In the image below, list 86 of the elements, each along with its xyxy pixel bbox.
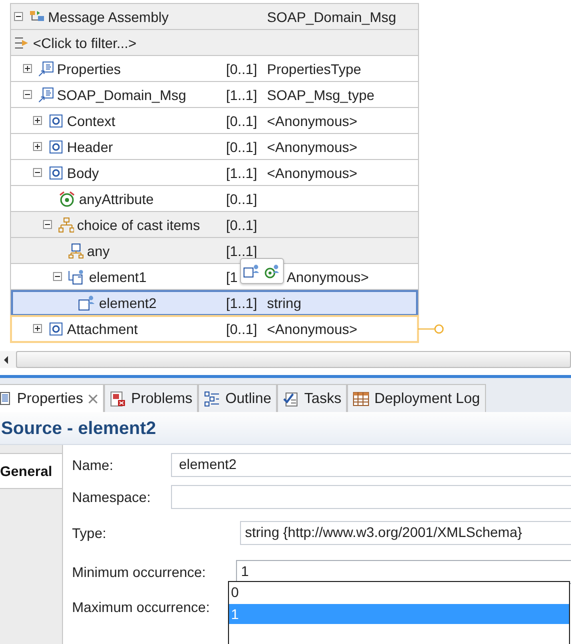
scroll-left-icon[interactable] [2, 354, 10, 364]
node-name: element2 [99, 294, 157, 310]
element-reference-icon [38, 60, 54, 76]
filter-icon [14, 34, 30, 50]
cardinality: [0..1] [226, 320, 258, 336]
input-field[interactable] [171, 485, 571, 509]
tasks-icon [283, 390, 300, 406]
add-attribute-icon[interactable] [262, 262, 281, 278]
node-name: choice of cast items [77, 216, 200, 232]
element-reference-icon [38, 86, 54, 102]
expand-icon[interactable] [33, 116, 42, 125]
properties-icon [0, 392, 12, 406]
local-element-icon [68, 268, 86, 284]
view-tab[interactable]: Tasks [277, 384, 348, 412]
node-type: <Anonymous> [267, 138, 358, 154]
node-type: <Anonymous> [267, 164, 358, 180]
element-icon [48, 112, 64, 128]
node-type: PropertiesType [267, 60, 362, 76]
collapse-icon[interactable] [43, 220, 52, 229]
node-type: Anonymous> [286, 268, 369, 284]
cardinality: [0..1] [226, 138, 258, 154]
cardinality: [1..1] [226, 86, 258, 102]
field-label: Minimum occurrence: [72, 564, 207, 580]
view-tab[interactable]: Problems [104, 384, 198, 412]
any-element-icon [68, 242, 84, 258]
section-title: Source - element2 [1, 418, 156, 438]
node-name: anyAttribute [79, 190, 154, 206]
cardinality: [1..1] [226, 164, 258, 180]
field-label: Name: [72, 457, 114, 473]
element-icon [48, 138, 64, 154]
outline-icon [204, 390, 220, 406]
expand-icon[interactable] [23, 64, 32, 73]
cardinality: [1..1] [226, 294, 258, 310]
filter-row[interactable]: <Click to filter...> [11, 30, 418, 56]
tree-row[interactable]: any [1..1] [11, 238, 418, 264]
field-label: Namespace: [72, 489, 152, 505]
field-label: Maximum occurrence: [72, 599, 211, 615]
collapse-icon[interactable] [33, 168, 42, 177]
node-name: Attachment [67, 320, 138, 336]
node-name: Context [67, 112, 116, 128]
dropdown-option[interactable]: 0 [229, 582, 569, 602]
input-field[interactable]: element2 [171, 453, 571, 477]
table-icon [353, 392, 370, 406]
scrollbar-thumb[interactable] [16, 351, 571, 368]
assembly-type: SOAP_Domain_Msg [267, 8, 396, 24]
cardinality: [0..1] [226, 216, 258, 232]
input-field[interactable]: string {http://www.w3.org/2001/XMLSchema} [240, 521, 571, 545]
collapse-icon[interactable] [53, 272, 62, 281]
node-type: <Anonymous> [267, 320, 358, 336]
tree-row[interactable]: element2 [1..1] string [11, 290, 418, 316]
node-type: <Anonymous> [267, 112, 358, 128]
cardinality: [0..1] [226, 112, 258, 128]
element-icon [48, 320, 64, 336]
expand-icon[interactable] [33, 324, 42, 333]
tree-row[interactable]: choice of cast items [0..1] [11, 212, 418, 238]
field-label: Type: [72, 525, 108, 541]
section-tab[interactable]: General [0, 453, 62, 489]
view-tab[interactable]: Outline [198, 384, 278, 412]
node-type: SOAP_Msg_type [267, 86, 374, 102]
attribute-wildcard-icon [58, 190, 76, 206]
assembly-name: Message Assembly [48, 8, 169, 24]
expand-icon[interactable] [33, 142, 42, 151]
collapse-icon[interactable] [23, 90, 32, 99]
node-name: any [87, 242, 110, 258]
collapse-icon[interactable] [14, 12, 23, 21]
node-type: string [267, 294, 302, 310]
view-tab[interactable]: Properties [0, 384, 104, 412]
connector-handle[interactable] [418, 323, 444, 335]
node-name: Body [67, 164, 99, 180]
view-tab[interactable]: Deployment Log [347, 384, 486, 412]
tree-row[interactable]: Attachment [0..1] <Anonymous> [11, 316, 418, 342]
node-name: SOAP_Domain_Msg [57, 86, 186, 102]
cardinality: [1 [226, 268, 238, 284]
cardinality: [0..1] [226, 190, 258, 206]
node-name: Properties [57, 60, 121, 76]
choice-icon [58, 216, 74, 232]
node-name: element1 [89, 268, 147, 284]
problems-icon [110, 390, 126, 406]
add-element-icon[interactable] [242, 262, 261, 278]
element-person-icon [78, 294, 96, 310]
cardinality: [0..1] [226, 60, 258, 76]
cardinality: [1..1] [226, 242, 258, 258]
node-name: Header [67, 138, 113, 154]
element-icon [48, 164, 64, 180]
close-icon[interactable] [88, 394, 98, 404]
filter-placeholder[interactable]: <Click to filter...> [33, 34, 136, 50]
